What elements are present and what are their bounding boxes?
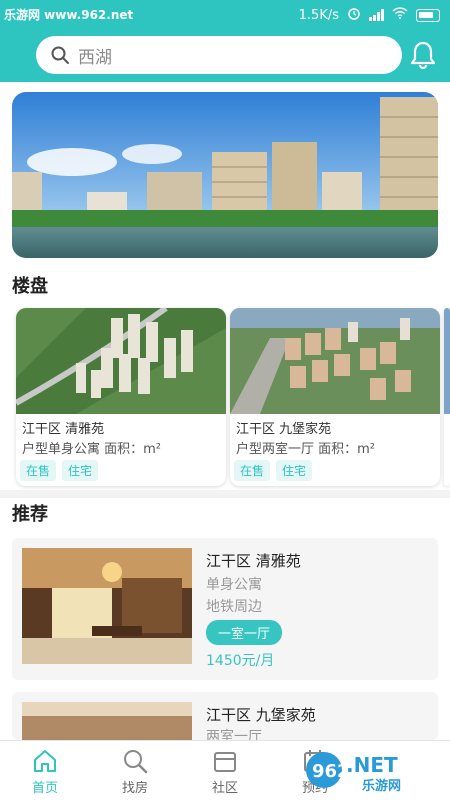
tag-badge: 在售 <box>234 460 271 481</box>
tab-community[interactable]: 社区 <box>180 741 270 801</box>
section-divider <box>0 490 450 498</box>
recommend-title: 江干区 清雅苑 <box>206 552 301 570</box>
tab-find-house[interactable]: 找房 <box>90 741 180 801</box>
recommend-price: 1450元/月 <box>206 653 275 669</box>
recommend-image <box>22 548 192 664</box>
svg-text:962: 962 <box>312 761 350 782</box>
recommend-title: 江干区 九堡家苑 <box>206 706 316 724</box>
header: 西湖 <box>0 28 450 82</box>
tab-label: 首页 <box>31 781 58 796</box>
site-watermark-logo: 962 .NET 乐游网 <box>306 752 401 794</box>
listing-card[interactable]: 江干区 清雅苑 户型单身公寓 面积：m² 在售 住宅 <box>16 308 226 486</box>
signal-icon <box>369 9 384 21</box>
bell-icon[interactable] <box>410 40 436 70</box>
status-bar: 乐游网 www.962.net 1.5K/s <box>0 0 450 28</box>
alarm-icon <box>347 6 361 24</box>
tab-label: 找房 <box>121 781 148 796</box>
search-icon <box>124 750 148 774</box>
battery-icon <box>416 8 440 22</box>
watermark-text: 乐游网 www.962.net <box>4 8 134 22</box>
listing-title: 江干区 清雅苑 <box>22 422 105 437</box>
network-speed: 1.5K/s <box>298 7 339 23</box>
svg-text:.NET: .NET <box>346 753 398 777</box>
section-title-recommend: 推荐 <box>12 504 48 525</box>
recommend-card[interactable]: 江干区 九堡家苑 两室一厅 <box>12 692 438 740</box>
svg-text:乐游网: 乐游网 <box>362 778 401 794</box>
tab-home[interactable]: 首页 <box>0 741 90 801</box>
listing-title: 江干区 九堡家苑 <box>236 422 332 437</box>
recommend-image <box>22 702 192 740</box>
status-icons: 1.5K/s <box>299 6 440 24</box>
listing-card-partial[interactable] <box>444 308 450 486</box>
tag-badge: 住宅 <box>62 460 99 481</box>
listing-image <box>230 308 440 414</box>
recommend-feature: 地铁周边 <box>206 599 262 615</box>
section-title-listings: 楼盘 <box>12 276 48 297</box>
listing-info: 户型两室一厅 面积：m² <box>236 442 376 457</box>
tag-badge: 住宅 <box>276 460 313 481</box>
search-placeholder: 西湖 <box>78 47 112 68</box>
wifi-icon <box>392 7 408 23</box>
recommend-card[interactable]: 江干区 清雅苑 单身公寓 地铁周边 一室一厅 1450元/月 <box>12 538 438 680</box>
tab-label: 社区 <box>211 781 238 796</box>
search-icon <box>51 46 69 64</box>
community-icon <box>214 752 236 772</box>
listing-info: 户型单身公寓 面积：m² <box>22 442 162 457</box>
recommend-type: 单身公寓 <box>206 577 262 593</box>
banner-image[interactable] <box>12 92 438 258</box>
home-icon <box>34 750 56 772</box>
listing-image <box>16 308 226 414</box>
tag-badge: 在售 <box>20 460 57 481</box>
recommend-type: 两室一厅 <box>206 729 262 740</box>
search-input[interactable]: 西湖 <box>36 36 402 74</box>
listing-card[interactable]: 江干区 九堡家苑 户型两室一厅 面积：m² 在售 住宅 <box>230 308 440 486</box>
layout-pill: 一室一厅 <box>206 620 283 645</box>
